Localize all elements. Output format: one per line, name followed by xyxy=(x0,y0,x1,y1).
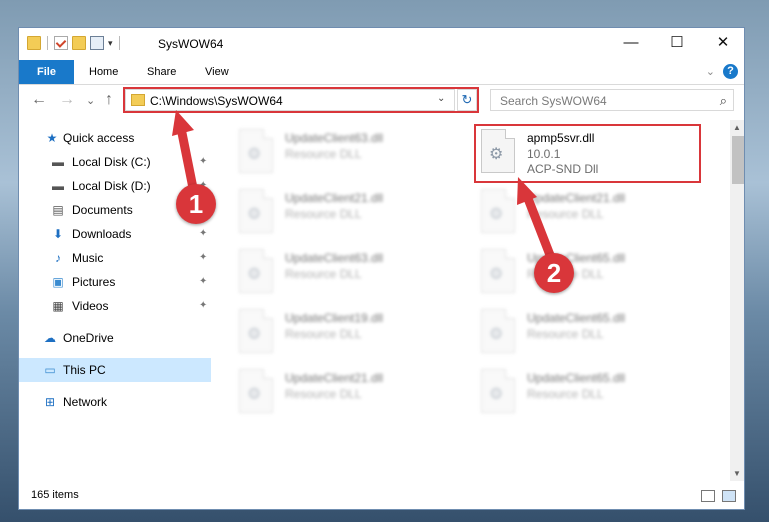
arrow-1 xyxy=(172,110,198,193)
arrow-2 xyxy=(517,177,555,260)
step-badge-2: 2 xyxy=(534,253,574,293)
step-badge-1: 1 xyxy=(176,184,216,224)
annotation-arrows xyxy=(172,110,555,260)
